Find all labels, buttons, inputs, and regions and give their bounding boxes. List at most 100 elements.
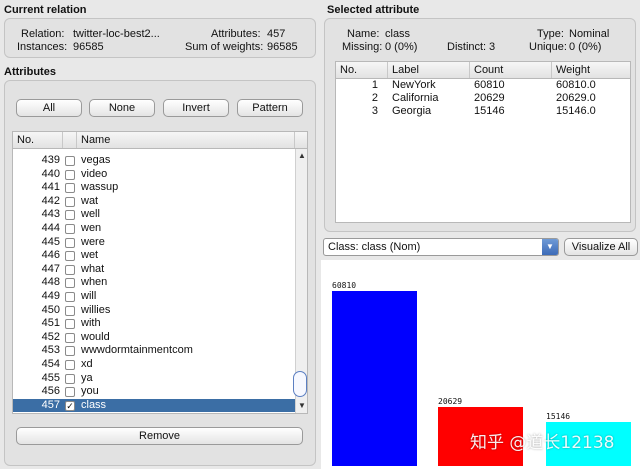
value-number: 2 [371, 92, 378, 104]
value-count: 20629 [474, 92, 505, 104]
attributes-rows: so 439 vegas 440 video 441 wassup 442 wat 443 wel… [13, 149, 295, 413]
scroll-down-arrow-icon[interactable]: ▼ [296, 401, 308, 410]
value-label: Georgia [392, 105, 432, 117]
select-none-button[interactable]: None [89, 99, 155, 117]
attributes-scrollbar[interactable]: ▲ ▼ [293, 149, 308, 413]
table-row[interactable]: 454 xd [13, 358, 295, 372]
select-all-button[interactable]: All [16, 99, 82, 117]
attribute-checkbox[interactable] [65, 292, 75, 302]
table-row[interactable]: 1 NewYork 60810 60810.0 [336, 79, 630, 93]
value-count: 15146 [474, 105, 505, 117]
column-header-name[interactable]: Name [77, 132, 295, 148]
attribute-name: vegas [81, 154, 111, 166]
visualize-all-button[interactable]: Visualize All [564, 238, 638, 256]
attributes-table[interactable]: No. Name so 439vegas440video441wassup442… [12, 131, 308, 414]
attribute-checkbox[interactable] [65, 346, 75, 357]
attribute-checkbox[interactable] [65, 196, 75, 207]
table-row[interactable]: 2 California 20629 20629.0 [336, 92, 630, 106]
attributes-table-header: No. Name [13, 132, 307, 149]
table-row[interactable]: 449 will [13, 290, 295, 304]
table-row[interactable]: 445 were [13, 236, 295, 250]
table-row[interactable]: 450 willies [13, 304, 295, 318]
table-row[interactable]: 446 wet [13, 249, 295, 263]
attribute-checkbox[interactable] [65, 169, 75, 180]
column-header-weight[interactable]: Weight [552, 62, 630, 78]
attribute-checkbox[interactable] [65, 373, 75, 384]
scroll-up-arrow-icon[interactable]: ▲ [296, 151, 308, 160]
table-row[interactable]: 439 vegas [13, 154, 295, 168]
sum-weights-value: 96585 [267, 41, 298, 53]
attribute-number: 440 [41, 167, 60, 180]
scroll-thumb[interactable] [293, 371, 307, 397]
column-header-count[interactable]: Count [470, 62, 552, 78]
attribute-checkbox[interactable] [65, 251, 75, 262]
attribute-checkbox[interactable] [65, 332, 75, 343]
attribute-checkbox[interactable] [65, 264, 75, 275]
watermark-text: 知乎 @道长12138 [470, 433, 615, 453]
table-row[interactable]: 3 Georgia 15146 15146.0 [336, 105, 630, 119]
value-count: 60810 [474, 79, 505, 91]
table-row[interactable]: 441 wassup [13, 181, 295, 195]
attribute-name: well [81, 208, 100, 221]
table-row[interactable]: 442 wat [13, 195, 295, 209]
current-relation-title: Current relation [4, 4, 87, 16]
attribute-name: wen [81, 222, 102, 234]
attribute-number: 454 [41, 358, 60, 370]
attribute-number: 453 [41, 344, 60, 357]
attributes-title: Attributes [4, 66, 56, 78]
attribute-checkbox[interactable] [65, 156, 75, 166]
selected-attribute-title: Selected attribute [327, 4, 420, 16]
chevron-down-icon[interactable]: ▼ [542, 239, 558, 255]
table-row-partial[interactable]: so [13, 149, 295, 154]
attribute-checkbox[interactable] [65, 319, 75, 330]
partial-row-name: so [81, 149, 93, 154]
attribute-checkbox[interactable] [65, 305, 75, 316]
remove-button[interactable]: Remove [16, 427, 303, 445]
column-header-no[interactable]: No. [13, 132, 63, 148]
table-row[interactable]: 456 you [13, 385, 295, 399]
table-row[interactable]: 453 wwwdormtainmentcom [13, 344, 295, 358]
table-row[interactable]: 457 ✓ class [13, 398, 295, 413]
attribute-number: 451 [41, 317, 60, 330]
column-header-no[interactable]: No. [336, 62, 388, 78]
table-row[interactable]: 451 with [13, 317, 295, 331]
attribute-number: 447 [41, 262, 60, 275]
attribute-checkbox[interactable] [65, 237, 75, 248]
attribute-checkbox[interactable] [65, 210, 75, 221]
table-row[interactable]: 443 well [13, 208, 295, 222]
attribute-checkbox[interactable] [65, 183, 75, 194]
table-row[interactable]: 452 would [13, 331, 295, 345]
attribute-checkbox[interactable] [65, 278, 75, 289]
table-row[interactable]: 455 ya [13, 372, 295, 386]
attribute-name: xd [81, 358, 93, 370]
pattern-button[interactable]: Pattern [237, 99, 303, 117]
table-row[interactable]: 440 video [13, 168, 295, 182]
column-header-checkbox[interactable] [63, 132, 77, 148]
class-selector-dropdown[interactable]: Class: class (Nom) ▼ [323, 238, 559, 256]
invert-selection-button[interactable]: Invert [163, 99, 229, 117]
attribute-name: will [81, 290, 97, 302]
attribute-checkbox[interactable] [65, 224, 75, 234]
value-label: California [392, 92, 439, 104]
table-row[interactable]: 447 what [13, 263, 295, 277]
attribute-name: what [81, 262, 105, 275]
table-row[interactable]: 448 when [13, 276, 295, 290]
value-label: NewYork [392, 79, 436, 91]
relation-label: Relation: [21, 28, 65, 40]
attribute-checkbox[interactable]: ✓ [65, 400, 75, 411]
attribute-checkbox[interactable] [65, 387, 75, 398]
relation-value: twitter-loc-best2... [73, 28, 160, 40]
name-value: class [385, 28, 411, 40]
value-weight: 20629.0 [556, 92, 596, 104]
attribute-name: wat [81, 194, 99, 207]
attribute-number: 452 [41, 330, 60, 343]
attribute-number: 446 [41, 249, 60, 262]
distinct-values-table[interactable]: No. Label Count Weight 1 NewYork 60810 6081… [335, 61, 631, 223]
bar-value-label: 15146 [546, 412, 571, 422]
column-header-label[interactable]: Label [388, 62, 470, 78]
distinct-values-rows: 1 NewYork 60810 60810.0 2 California 20629 2062… [336, 79, 630, 219]
table-row[interactable]: 444 wen [13, 222, 295, 236]
attribute-checkbox[interactable] [65, 360, 75, 370]
missing-value: 0 (0%) [385, 41, 418, 53]
attribute-number: 448 [41, 276, 60, 289]
